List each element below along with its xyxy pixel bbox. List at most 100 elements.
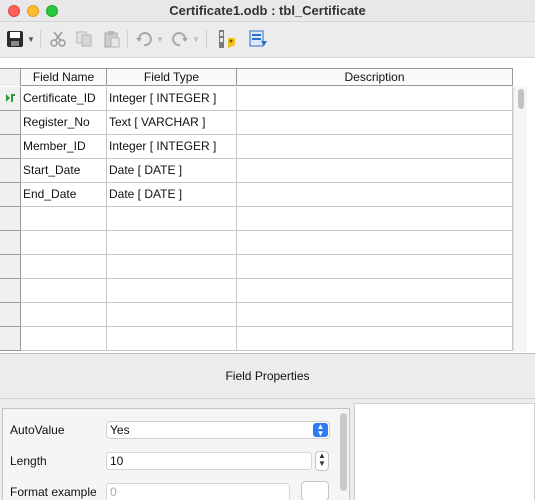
row-header[interactable] [0, 207, 21, 231]
field-name-cell[interactable] [21, 231, 107, 254]
field-type-cell[interactable]: Date [ DATE ] [107, 159, 237, 182]
cut-icon [50, 31, 66, 47]
table-row [21, 207, 513, 231]
undo-icon [136, 32, 152, 47]
save-button[interactable] [5, 26, 25, 52]
description-cell[interactable] [237, 159, 513, 182]
field-type-cell[interactable]: Integer [ INTEGER ] [107, 87, 237, 110]
column-header-description[interactable]: Description [237, 69, 513, 86]
description-cell[interactable] [237, 111, 513, 134]
column-header-row: Field Name Field Type Description [0, 68, 513, 86]
grid-vertical-scrollbar[interactable] [513, 86, 527, 352]
field-type-cell[interactable] [107, 255, 237, 278]
primary-key-button[interactable] [216, 26, 238, 52]
table-row: Certificate_ID Integer [ INTEGER ] [21, 87, 513, 111]
save-dropdown-arrow[interactable]: ▼ [27, 26, 35, 52]
field-name-cell[interactable]: Register_No [21, 111, 107, 134]
length-stepper[interactable]: ▲ ▼ [315, 451, 329, 471]
row-header[interactable] [0, 87, 21, 111]
field-type-cell[interactable] [107, 207, 237, 230]
undo-dropdown-arrow[interactable]: ▼ [156, 26, 164, 52]
table-row [21, 327, 513, 351]
index-design-icon [249, 30, 267, 47]
row-header[interactable] [0, 135, 21, 159]
row-header[interactable] [0, 279, 21, 303]
table-row [21, 279, 513, 303]
field-name-cell[interactable] [21, 303, 107, 326]
field-type-cell[interactable]: Integer [ INTEGER ] [107, 135, 237, 158]
primary-key-row-icon [6, 94, 15, 102]
field-name-cell[interactable] [21, 255, 107, 278]
format-example-label: Format example [10, 485, 97, 499]
row-header[interactable] [0, 159, 21, 183]
header-corner [0, 69, 21, 86]
redo-icon [172, 32, 188, 47]
row-header[interactable] [0, 111, 21, 135]
description-cell[interactable] [237, 207, 513, 230]
autovalue-select[interactable]: Yes ▲ ▼ [106, 421, 330, 439]
length-field[interactable]: 10 [106, 452, 312, 470]
autovalue-label: AutoValue [10, 423, 65, 437]
title-bar: Certificate1.odb : tbl_Certificate [0, 0, 535, 22]
primary-key-icon [219, 30, 235, 48]
row-header[interactable] [0, 183, 21, 207]
field-name-cell[interactable]: End_Date [21, 183, 107, 206]
save-icon [7, 31, 23, 47]
field-type-cell[interactable] [107, 279, 237, 302]
length-label: Length [10, 454, 47, 468]
field-properties-title: Field Properties [0, 354, 535, 398]
properties-scrollbar[interactable] [340, 413, 347, 491]
table-row [21, 255, 513, 279]
toolbar-separator [40, 30, 41, 48]
field-name-cell[interactable] [21, 279, 107, 302]
description-cell[interactable] [237, 279, 513, 302]
description-cell[interactable] [237, 231, 513, 254]
table-row: Member_ID Integer [ INTEGER ] [21, 135, 513, 159]
toolbar: ▼ ▼ ▼ [0, 22, 535, 58]
column-header-field-name[interactable]: Field Name [21, 69, 107, 86]
undo-button[interactable] [134, 26, 154, 52]
field-name-cell[interactable] [21, 207, 107, 230]
field-type-cell[interactable] [107, 327, 237, 350]
row-header[interactable] [0, 231, 21, 255]
help-text-area [354, 403, 535, 500]
autovalue-value: Yes [110, 423, 130, 437]
description-cell[interactable] [237, 87, 513, 110]
row-header[interactable] [0, 303, 21, 327]
field-properties-panel: AutoValue Yes ▲ ▼ Length 10 ▲ ▼ Format exa… [0, 398, 535, 500]
paste-icon [104, 31, 120, 48]
row-header[interactable] [0, 255, 21, 279]
cut-button[interactable] [47, 26, 69, 52]
field-name-cell[interactable]: Certificate_ID [21, 87, 107, 110]
description-cell[interactable] [237, 327, 513, 350]
field-name-cell[interactable]: Start_Date [21, 159, 107, 182]
window-title: Certificate1.odb : tbl_Certificate [169, 3, 366, 18]
field-name-cell[interactable] [21, 327, 107, 350]
description-cell[interactable] [237, 183, 513, 206]
field-name-cell[interactable]: Member_ID [21, 135, 107, 158]
table-row: Start_Date Date [ DATE ] [21, 159, 513, 183]
table-row [21, 231, 513, 255]
field-type-cell[interactable]: Date [ DATE ] [107, 183, 237, 206]
field-type-cell[interactable]: Text [ VARCHAR ] [107, 111, 237, 134]
toolbar-separator [206, 30, 207, 48]
description-cell[interactable] [237, 135, 513, 158]
column-header-field-type[interactable]: Field Type [107, 69, 237, 86]
table-design-grid: Field Name Field Type Description Certif… [0, 58, 535, 354]
redo-button[interactable] [170, 26, 190, 52]
copy-button[interactable] [73, 26, 95, 52]
index-design-button[interactable] [247, 26, 269, 52]
format-button[interactable] [301, 481, 329, 500]
description-cell[interactable] [237, 303, 513, 326]
field-properties-list: AutoValue Yes ▲ ▼ Length 10 ▲ ▼ Format exa… [2, 408, 350, 500]
description-cell[interactable] [237, 255, 513, 278]
scrollbar-thumb[interactable] [518, 89, 524, 109]
field-type-cell[interactable] [107, 303, 237, 326]
field-type-cell[interactable] [107, 231, 237, 254]
redo-dropdown-arrow[interactable]: ▼ [192, 26, 200, 52]
row-header[interactable] [0, 327, 21, 351]
paste-button[interactable] [101, 26, 123, 52]
toolbar-separator [127, 30, 128, 48]
copy-icon [76, 31, 92, 47]
table-row: End_Date Date [ DATE ] [21, 183, 513, 207]
